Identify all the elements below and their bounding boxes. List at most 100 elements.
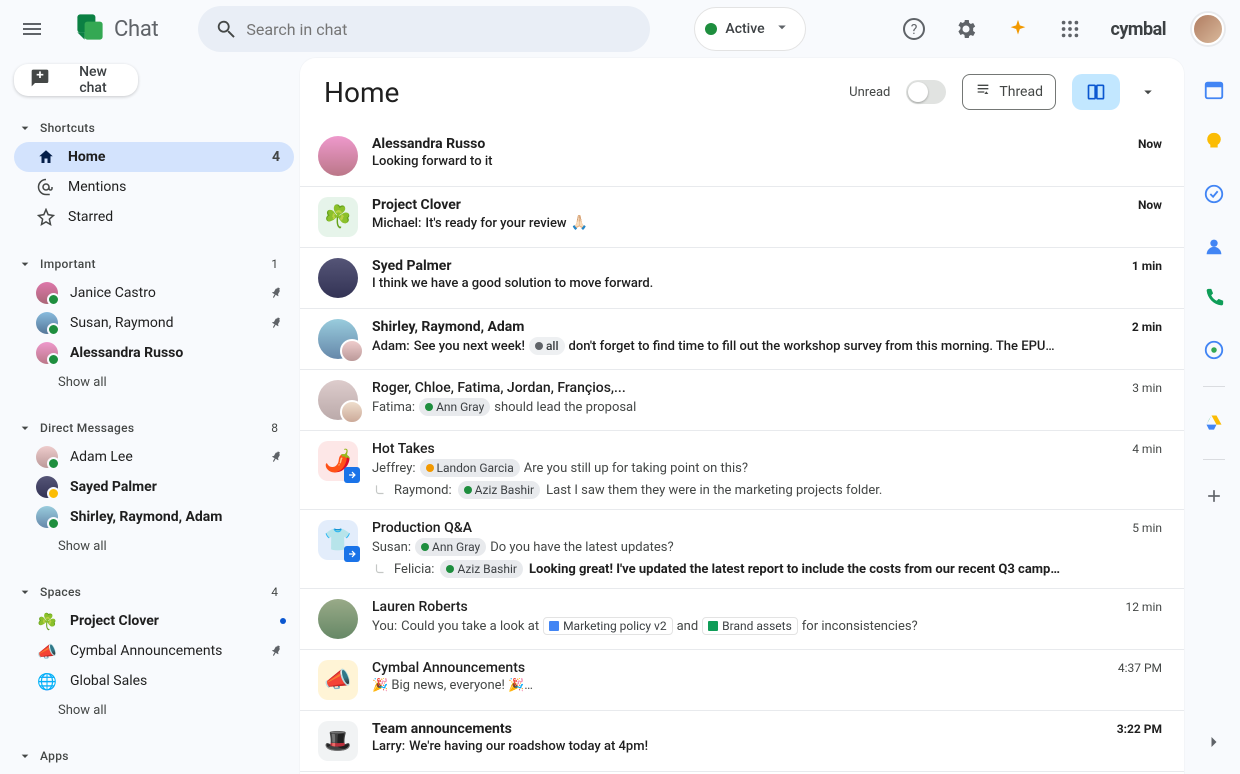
sidebar-item-alessandra[interactable]: Alessandra Russo bbox=[14, 338, 294, 368]
account-avatar[interactable] bbox=[1192, 13, 1224, 45]
sidebar-item-project-clover[interactable]: ☘️ Project Clover bbox=[14, 606, 294, 636]
thread-snippet: You: Could you take a look at Marketing … bbox=[372, 617, 1162, 635]
snippet-author: Jeffrey: bbox=[372, 461, 416, 476]
rail-app-extra[interactable] bbox=[1194, 330, 1234, 370]
sidebar-item-janice[interactable]: Janice Castro bbox=[14, 278, 294, 308]
section-header-important[interactable]: Important 1 bbox=[14, 250, 294, 278]
new-chat-button[interactable]: New chat bbox=[14, 64, 138, 96]
sidebar-item-shirley-group[interactable]: Shirley, Raymond, Adam bbox=[14, 502, 294, 532]
sidebar-item-home[interactable]: Home 4 bbox=[14, 142, 294, 172]
thread-title: Syed Palmer bbox=[372, 258, 451, 274]
section-title: Important bbox=[40, 257, 96, 271]
settings-button[interactable] bbox=[944, 7, 988, 51]
section-header-apps[interactable]: Apps bbox=[14, 742, 294, 770]
snippet-author: Raymond: bbox=[394, 483, 452, 498]
section-header-shortcuts[interactable]: Shortcuts bbox=[14, 114, 294, 142]
sidebar-item-cymbal-ann[interactable]: 📣 Cymbal Announcements bbox=[14, 636, 294, 666]
sidebar-item-label: Alessandra Russo bbox=[70, 345, 286, 361]
thread-row[interactable]: Syed Palmer 1 min I think we have a good… bbox=[300, 248, 1184, 309]
chevron-down-icon bbox=[773, 18, 791, 40]
rail-keep[interactable] bbox=[1194, 122, 1234, 162]
thread-time: Now bbox=[1138, 198, 1162, 212]
section-header-spaces[interactable]: Spaces 4 bbox=[14, 578, 294, 606]
view-caret[interactable] bbox=[1136, 74, 1160, 110]
rail-collapse-button[interactable] bbox=[1198, 726, 1230, 758]
sidebar-item-sayed-palmer[interactable]: Sayed Palmer bbox=[14, 472, 294, 502]
thread-time: 5 min bbox=[1132, 521, 1162, 535]
mention-icon bbox=[36, 177, 56, 197]
section-spaces: Spaces 4 ☘️ Project Clover 📣 Cymbal Anno… bbox=[14, 578, 294, 724]
rail-voice[interactable] bbox=[1194, 278, 1234, 318]
thread-row[interactable]: Lauren Roberts 12 min You: Could you tak… bbox=[300, 589, 1184, 650]
mention-chip: Landon Garcia bbox=[420, 459, 520, 477]
avatar-icon bbox=[36, 312, 58, 334]
sidebar-item-label: Project Clover bbox=[70, 613, 268, 629]
sidebar-item-susan-raymond[interactable]: Susan, Raymond bbox=[14, 308, 294, 338]
rail-drive[interactable] bbox=[1194, 403, 1234, 443]
thread-row[interactable]: ☘️ Project Clover Now Michael: It's read… bbox=[300, 187, 1184, 248]
section-shortcuts: Shortcuts Home 4 Mentions Starred bbox=[14, 114, 294, 232]
sidebar-item-google-drive[interactable]: Google Drive App bbox=[14, 770, 294, 774]
sidebar-item-mentions[interactable]: Mentions bbox=[14, 172, 294, 202]
thread-row[interactable]: 🎩 Team announcements 3:22 PM Larry: We'r… bbox=[300, 711, 1184, 772]
section-apps: Apps Google Drive App Dialpad App bbox=[14, 742, 294, 774]
sidebar-item-adam-lee[interactable]: Adam Lee bbox=[14, 442, 294, 472]
search-bar[interactable] bbox=[198, 6, 650, 52]
mention-chip: Aziz Bashir bbox=[458, 481, 541, 499]
thread-row[interactable]: 📣 Cymbal Announcements 4:37 PM 🎉 Big new… bbox=[300, 650, 1184, 711]
app-logo[interactable]: Chat bbox=[64, 9, 166, 49]
search-input[interactable] bbox=[246, 20, 642, 39]
snippet-text: Could you take a look at bbox=[401, 619, 539, 634]
avatar-overlay-icon bbox=[340, 339, 364, 363]
section-count: 1 bbox=[271, 257, 294, 271]
apps-grid-button[interactable] bbox=[1048, 7, 1092, 51]
thread-icon bbox=[975, 82, 991, 102]
rail-contacts[interactable] bbox=[1194, 226, 1234, 266]
sidebar-item-label: Cymbal Announcements bbox=[70, 643, 254, 659]
snippet-author: Felicia: bbox=[394, 562, 434, 577]
rail-tasks[interactable] bbox=[1194, 174, 1234, 214]
help-button[interactable]: ? bbox=[892, 7, 936, 51]
sidebar-item-count: 4 bbox=[266, 149, 286, 165]
section-count: 8 bbox=[271, 421, 294, 435]
show-all-direct[interactable]: Show all bbox=[14, 532, 294, 560]
section-title: Shortcuts bbox=[40, 121, 95, 135]
thread-row[interactable]: Alessandra Russo Now Looking forward to … bbox=[300, 126, 1184, 187]
thread-time: 3:22 PM bbox=[1117, 722, 1162, 736]
sidebar-item-global-sales[interactable]: 🌐 Global Sales bbox=[14, 666, 294, 696]
space-emoji-icon: 📣 bbox=[36, 640, 58, 662]
thread-row[interactable]: Roger, Chloe, Fatima, Jordan, Françios,.… bbox=[300, 370, 1184, 431]
show-all-important[interactable]: Show all bbox=[14, 368, 294, 396]
thread-time: 1 min bbox=[1132, 259, 1162, 273]
thread-row[interactable]: Shirley, Raymond, Adam 2 min Adam: See y… bbox=[300, 309, 1184, 370]
view-toggle[interactable] bbox=[1072, 74, 1120, 110]
thread-time: 4 min bbox=[1132, 442, 1162, 456]
unread-toggle[interactable] bbox=[906, 80, 946, 104]
rail-calendar[interactable] bbox=[1194, 70, 1234, 110]
thread-row[interactable]: 👕 Production Q&A 5 min Susan: Ann Gray D… bbox=[300, 510, 1184, 589]
snippet-text: Do you have the latest updates? bbox=[490, 540, 673, 555]
thread-filter-chip[interactable]: Thread bbox=[962, 74, 1056, 110]
snippet-author: Adam: bbox=[372, 339, 410, 354]
space-emoji-icon: ☘️ bbox=[324, 205, 351, 230]
avatar-icon bbox=[36, 506, 58, 528]
mention-chip: Ann Gray bbox=[415, 538, 486, 556]
thread-row[interactable]: 🌶️ Hot Takes 4 min Jeffrey: Landon Garci… bbox=[300, 431, 1184, 510]
thread-avatar bbox=[318, 380, 358, 420]
section-header-direct[interactable]: Direct Messages 8 bbox=[14, 414, 294, 442]
sidebar-item-starred[interactable]: Starred bbox=[14, 202, 294, 232]
main-menu-button[interactable] bbox=[8, 5, 56, 53]
section-count: 4 bbox=[271, 585, 294, 599]
status-pill[interactable]: Active bbox=[694, 7, 805, 51]
rail-add[interactable] bbox=[1194, 476, 1234, 516]
rail-divider bbox=[1203, 459, 1225, 460]
thread-list[interactable]: Alessandra Russo Now Looking forward to … bbox=[300, 126, 1184, 774]
sidebar-item-label: Home bbox=[68, 149, 254, 165]
show-all-spaces[interactable]: Show all bbox=[14, 696, 294, 724]
reply-indent-icon bbox=[372, 483, 388, 497]
avatar-overlay-icon bbox=[340, 400, 364, 424]
unread-label: Unread bbox=[849, 85, 890, 100]
sidebar-item-label: Janice Castro bbox=[70, 285, 254, 301]
sidebar-item-label: Global Sales bbox=[70, 673, 286, 689]
gemini-button[interactable] bbox=[996, 7, 1040, 51]
